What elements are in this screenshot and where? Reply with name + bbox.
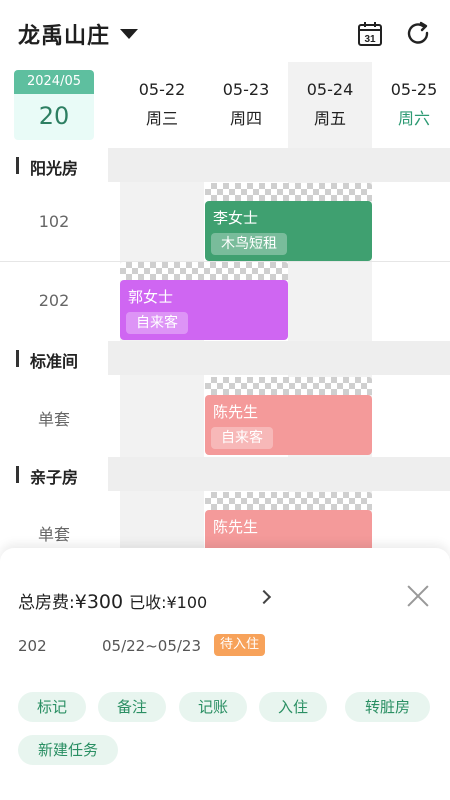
booking-detail-sheet: 总房费:¥300 已收:¥100 202 05/22~05/23 待入住 标记 备…: [0, 548, 450, 800]
booking-card[interactable]: 陈先生: [205, 510, 372, 548]
mark-dirty-button[interactable]: 转脏房: [345, 692, 430, 722]
cleaning-pattern: [205, 492, 372, 510]
date-label: 05-22: [138, 80, 186, 99]
fee-label: 总房费:: [18, 593, 75, 613]
room-type-marker: [16, 466, 19, 483]
cleaning-pattern: [205, 183, 372, 201]
guest-name: 李女士: [213, 209, 259, 227]
check-in-button[interactable]: 入住: [259, 692, 327, 722]
room-label[interactable]: 单套: [0, 406, 108, 430]
room-type-label: 亲子房: [30, 468, 79, 487]
room-type-band: [108, 457, 450, 491]
weekday-label: 周六: [397, 109, 430, 128]
booking-block[interactable]: 陈先生 自来客: [205, 377, 372, 455]
refresh-icon[interactable]: [406, 21, 432, 47]
note-button[interactable]: 备注: [98, 692, 166, 722]
room-calendar-grid: 阳光房 102 202 标准间 单套 亲子房 单套 李女士 木鸟短租 郭女士 自…: [0, 148, 450, 548]
date-column[interactable]: 05-24 周五: [288, 62, 372, 148]
channel-tag: 自来客: [126, 312, 188, 334]
guest-name: 郭女士: [128, 288, 174, 306]
date-header-row: 2024/05 20 05-22 周三 05-23 周四 05-24 周五 05…: [0, 62, 450, 148]
today-date-box[interactable]: 2024/05 20: [14, 70, 94, 140]
date-column[interactable]: 05-25 周六: [372, 62, 450, 148]
status-badge: 待入住: [214, 634, 266, 656]
calendar-icon-day: 31: [364, 34, 376, 45]
room-type-band: [108, 148, 450, 182]
bookkeeping-button[interactable]: 记账: [179, 692, 247, 722]
close-icon[interactable]: [406, 584, 430, 608]
today-day: 20: [38, 102, 70, 130]
guest-name: 陈先生: [213, 518, 259, 536]
booking-room: 202: [18, 637, 47, 655]
date-label: 05-25: [390, 80, 438, 99]
booking-date-range: 05/22~05/23: [102, 637, 202, 655]
weekday-label: 周三: [145, 109, 178, 128]
room-type-band: [108, 341, 450, 375]
channel-tag: 木鸟短租: [211, 233, 287, 255]
room-label[interactable]: 102: [0, 212, 108, 231]
mark-button[interactable]: 标记: [18, 692, 86, 722]
weekday-label: 周四: [229, 109, 262, 128]
received-amount: 已收:¥100: [129, 593, 208, 612]
booking-card[interactable]: 李女士 木鸟短租: [205, 201, 372, 261]
channel-tag: 自来客: [211, 427, 273, 449]
room-type-label: 标准间: [30, 352, 79, 371]
today-month: 2024/05: [14, 70, 94, 94]
chevron-down-icon[interactable]: [120, 29, 138, 39]
room-type-marker: [16, 350, 19, 367]
room-type-header: 标准间: [0, 341, 450, 375]
room-label[interactable]: 202: [0, 291, 108, 310]
booking-block[interactable]: 陈先生: [205, 492, 372, 548]
booking-card[interactable]: 陈先生 自来客: [205, 395, 372, 455]
cleaning-pattern: [120, 262, 288, 280]
date-column[interactable]: 05-23 周四: [204, 62, 288, 148]
app-header: 龙禹山庄 31: [0, 0, 450, 62]
date-label: 05-24: [306, 80, 354, 99]
weekday-label: 周五: [313, 109, 346, 128]
room-type-marker: [16, 157, 19, 174]
property-title[interactable]: 龙禹山庄: [18, 18, 110, 50]
room-label[interactable]: 单套: [0, 521, 108, 545]
booking-card[interactable]: 郭女士 自来客: [120, 280, 288, 340]
new-task-button[interactable]: 新建任务: [18, 735, 118, 765]
cleaning-pattern: [205, 377, 372, 395]
booking-block[interactable]: 李女士 木鸟短租: [205, 183, 372, 261]
guest-name: 陈先生: [213, 403, 259, 421]
room-type-label: 阳光房: [30, 159, 79, 178]
booking-block[interactable]: 郭女士 自来客: [120, 262, 288, 340]
room-type-header: 亲子房: [0, 457, 450, 491]
calendar-icon[interactable]: 31: [357, 21, 383, 47]
date-label: 05-23: [222, 80, 270, 99]
fee-amount: ¥300: [74, 591, 124, 613]
chevron-right-icon[interactable]: [256, 589, 272, 605]
fee-summary[interactable]: 总房费:¥300 已收:¥100: [18, 588, 207, 613]
date-column[interactable]: 05-22 周三: [120, 62, 204, 148]
room-type-header: 阳光房: [0, 148, 450, 182]
